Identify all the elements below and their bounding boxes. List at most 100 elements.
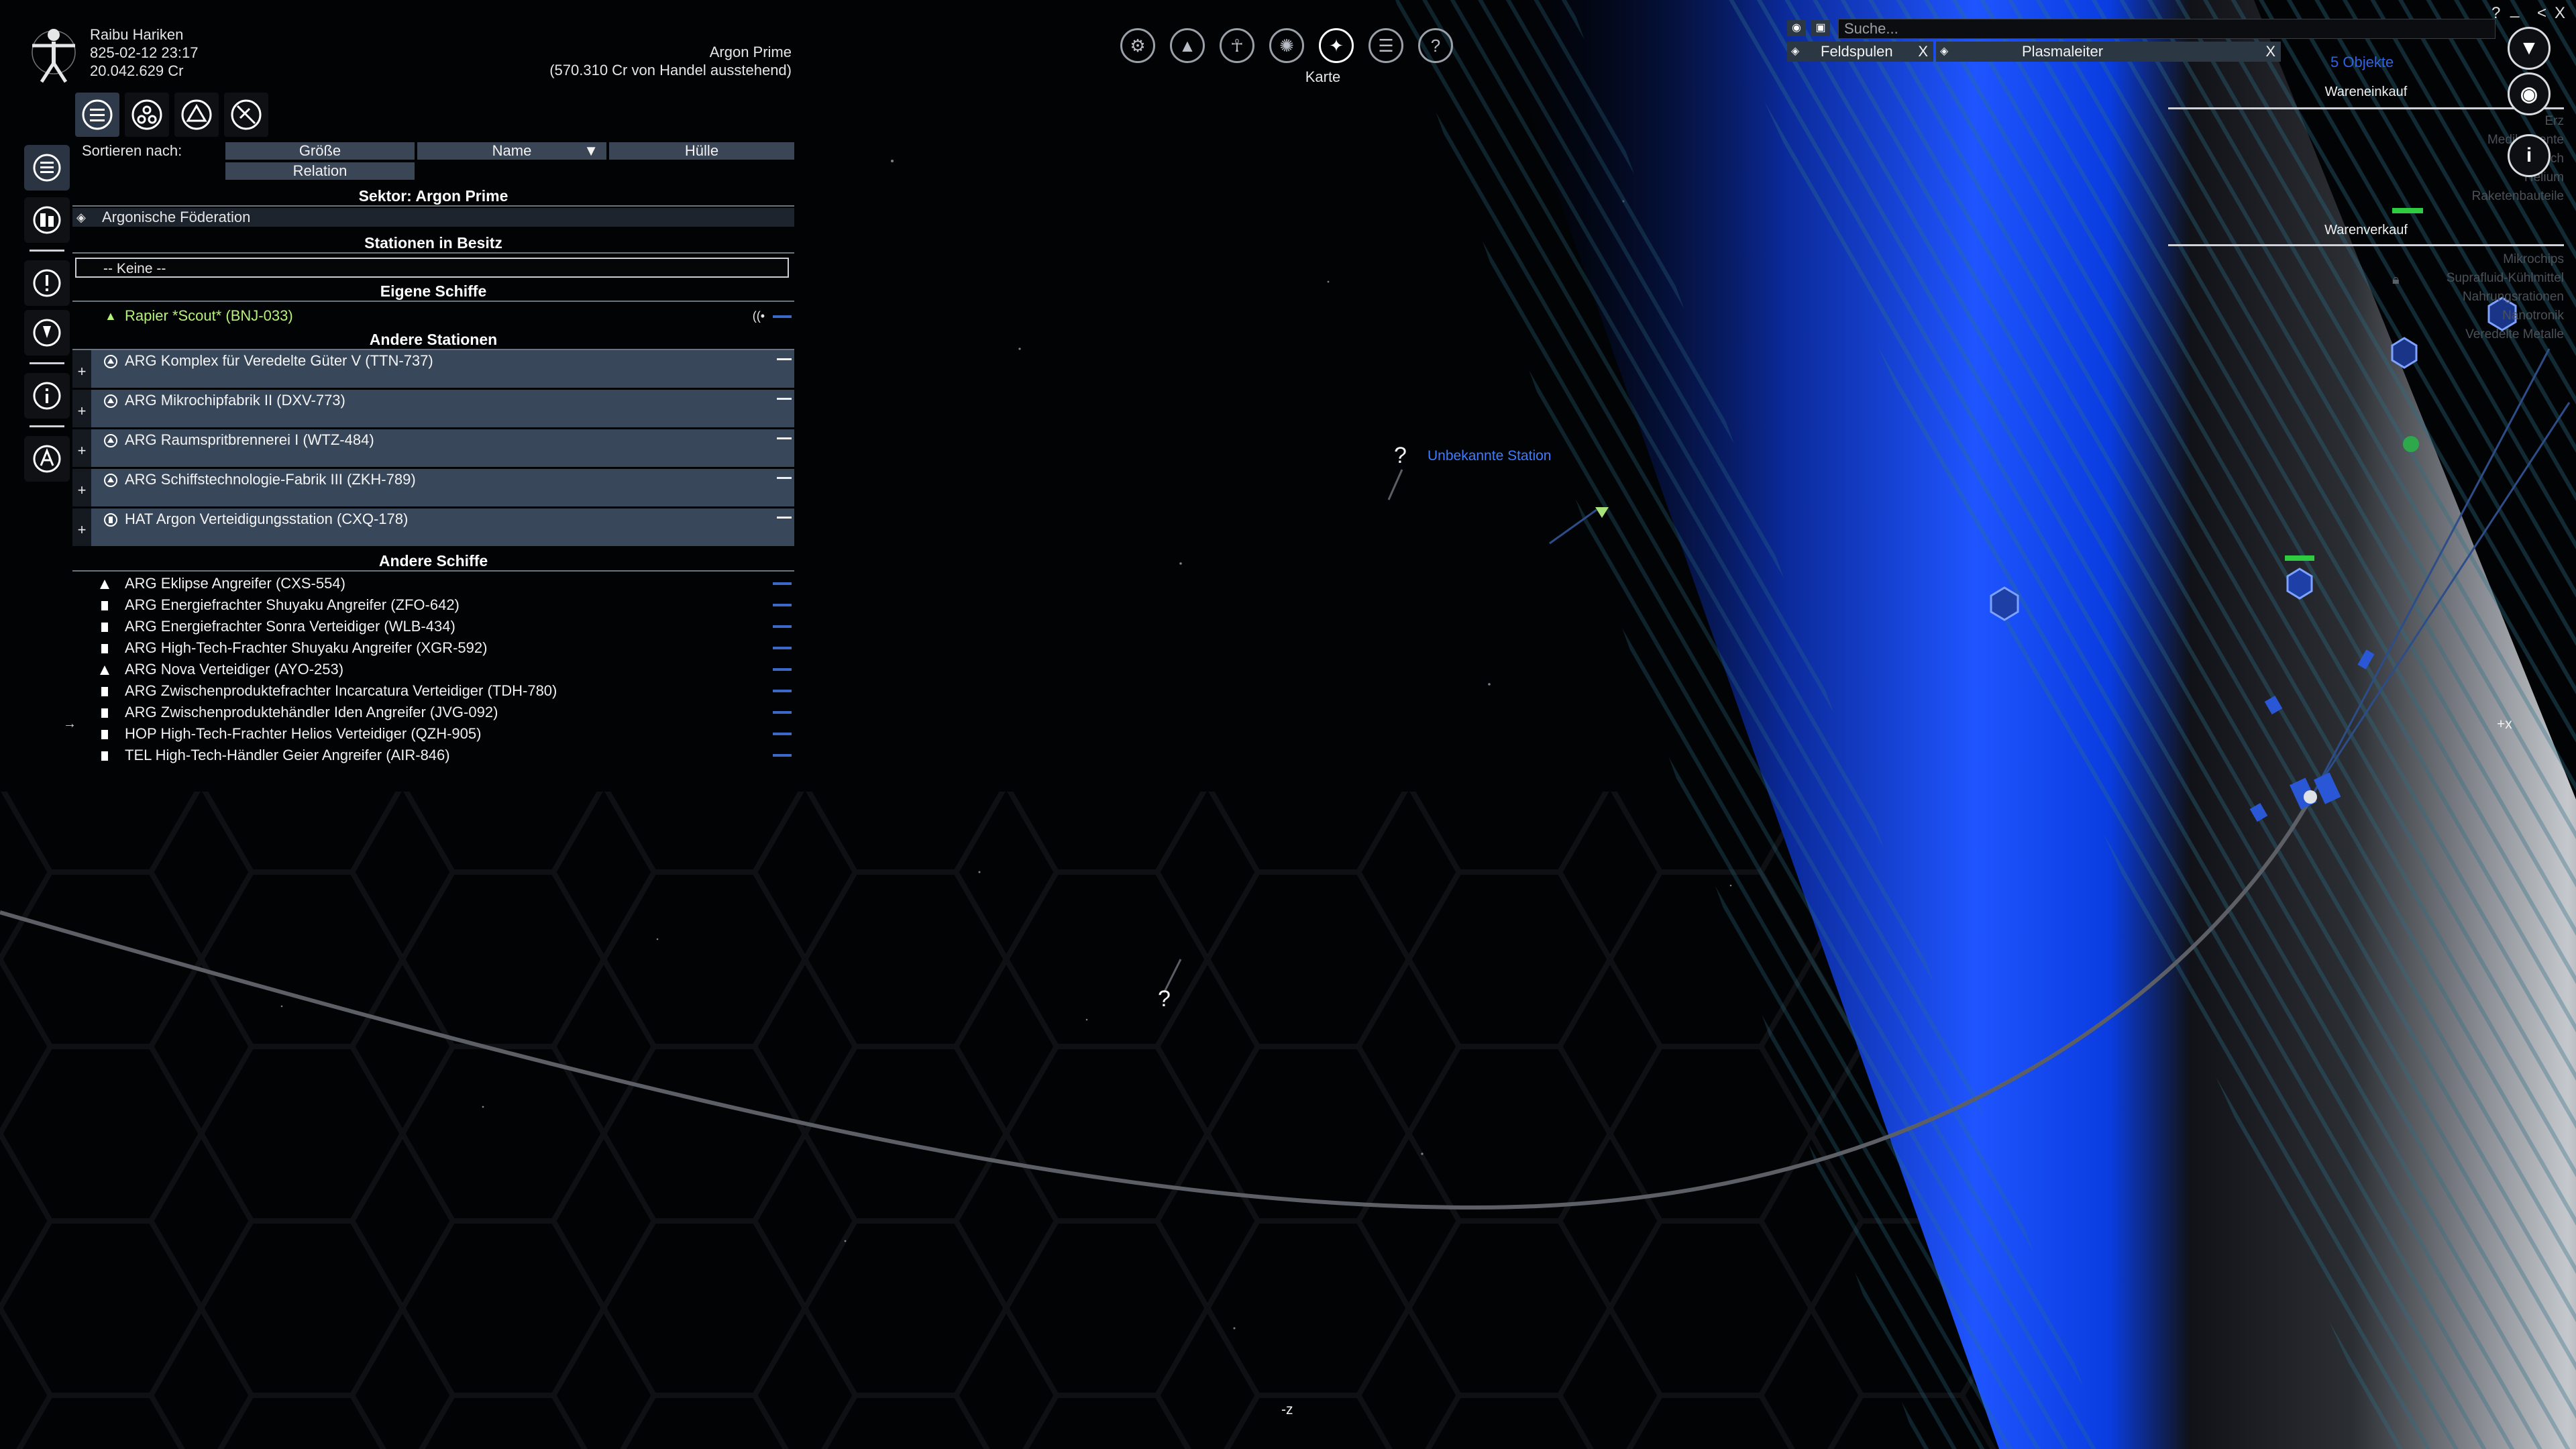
owned-stations-none-row[interactable]: -- Keine -- bbox=[75, 258, 789, 278]
expand-button[interactable]: + bbox=[72, 508, 91, 546]
ship-name: ARG High-Tech-Frachter Shuyaku Angreifer… bbox=[125, 639, 488, 656]
player-name: Raibu Hariken bbox=[90, 26, 184, 43]
axis-x-label: +x bbox=[2497, 716, 2512, 732]
filter-chip-plasmaleiter[interactable]: ◈ Plasmaleiter X bbox=[1936, 42, 2281, 62]
own-ship-row[interactable]: ▲ Rapier *Scout* (BNJ-033) ((• bbox=[72, 306, 794, 326]
encyclopedia-icon: ☰ bbox=[1378, 35, 1394, 56]
unknown-station-label[interactable]: Unbekannte Station bbox=[1428, 448, 1551, 464]
ship-row[interactable]: ARG High-Tech-Frachter Shuyaku Angreifer… bbox=[72, 637, 794, 659]
filter-chip-feldspulen[interactable]: ◈ Feldspulen X bbox=[1787, 42, 1933, 62]
station-row[interactable]: + ARG Schiffstechnologie-Fabrik III (ZKH… bbox=[72, 469, 794, 506]
sort-name-label: Name bbox=[492, 142, 532, 159]
ware-icon: ◈ bbox=[1791, 46, 1800, 57]
ship-row[interactable]: ARG Energiefrachter Sonra Verteidiger (W… bbox=[72, 616, 794, 637]
ship-row[interactable]: ARG Nova Verteidiger (AYO-253) bbox=[72, 659, 794, 680]
info-button[interactable] bbox=[24, 373, 70, 419]
station-row[interactable]: + HAT Argon Verteidigungsstation (CXQ-17… bbox=[72, 508, 794, 546]
ship-menu-button[interactable]: ▲ bbox=[1170, 28, 1205, 63]
hull-indicator bbox=[777, 398, 792, 400]
faction-row[interactable]: ◈ Argonische Föderation bbox=[72, 208, 794, 227]
other-ships-title: Andere Schiffe bbox=[72, 551, 794, 572]
station-row[interactable]: + ARG Mikrochipfabrik II (DXV-773) bbox=[72, 390, 794, 427]
station-icon bbox=[103, 473, 118, 488]
close-button[interactable]: X bbox=[2555, 4, 2565, 23]
sort-size-button[interactable]: Größe bbox=[225, 142, 415, 160]
info-panel-button[interactable]: i bbox=[2508, 134, 2551, 177]
player-menu-button[interactable]: ☥ bbox=[1220, 28, 1254, 63]
hull-bar bbox=[773, 754, 792, 757]
current-sector: Argon Prime bbox=[709, 44, 792, 60]
other-stations-title-text: Andere Stationen bbox=[369, 331, 498, 348]
side-separator bbox=[30, 425, 64, 427]
ship-row[interactable]: HOP High-Tech-Frachter Helios Verteidige… bbox=[72, 723, 794, 745]
mission-icon bbox=[33, 319, 61, 347]
back-button[interactable]: < bbox=[2537, 4, 2546, 23]
mission-offers-button[interactable] bbox=[24, 310, 70, 356]
tab-stations[interactable] bbox=[174, 93, 219, 137]
help-button[interactable]: ? bbox=[1418, 28, 1453, 63]
layer-icon[interactable]: ▣ bbox=[1811, 20, 1830, 36]
rule bbox=[2168, 107, 2564, 109]
faction-icon: ◈ bbox=[76, 211, 86, 224]
expand-button[interactable]: + bbox=[72, 390, 91, 427]
property-icon bbox=[33, 206, 61, 234]
filter-button[interactable]: ▼ bbox=[2508, 27, 2551, 70]
object-list-button[interactable] bbox=[24, 145, 70, 191]
ship-name: ARG Zwischenproduktehändler Iden Angreif… bbox=[125, 704, 498, 720]
sort-name-button[interactable]: Name ▼ bbox=[417, 142, 606, 160]
ship-row[interactable]: ARG Eklipse Angreifer (CXS-554) bbox=[72, 573, 794, 594]
expand-button[interactable]: + bbox=[72, 469, 91, 506]
station-icon bbox=[103, 354, 118, 369]
freighter-icon bbox=[101, 730, 108, 739]
expand-button[interactable]: + bbox=[72, 429, 91, 467]
unknown-object-mark[interactable]: ? bbox=[1158, 986, 1171, 1012]
empire-button[interactable]: ✺ bbox=[1269, 28, 1304, 63]
minimize-button[interactable]: _ bbox=[2510, 0, 2519, 19]
info-icon: i bbox=[2526, 144, 2532, 166]
expand-button[interactable]: + bbox=[72, 350, 91, 388]
own-ship-name: Rapier *Scout* (BNJ-033) bbox=[125, 307, 293, 324]
ware-buy-item: Raketenbauteile bbox=[2471, 189, 2564, 203]
ship-row[interactable]: ARG Zwischenproduktehändler Iden Angreif… bbox=[72, 702, 794, 723]
tab-all[interactable] bbox=[75, 93, 119, 137]
other-ships-title-text: Andere Schiffe bbox=[378, 552, 488, 570]
tab-factions[interactable] bbox=[125, 93, 169, 137]
tab-ships[interactable] bbox=[224, 93, 268, 137]
settings-button[interactable]: ⚙ bbox=[1120, 28, 1155, 63]
sort-relation-button[interactable]: Relation bbox=[225, 162, 415, 180]
hull-bar bbox=[773, 315, 792, 318]
ship-row[interactable]: ARG Energiefrachter Shuyaku Angreifer (Z… bbox=[72, 594, 794, 616]
own-ships-title-text: Eigene Schiffe bbox=[380, 282, 487, 300]
help-small-button[interactable]: ? bbox=[2491, 4, 2500, 23]
search-input[interactable]: Suche... bbox=[1838, 19, 2496, 39]
autopilot-button[interactable] bbox=[24, 436, 70, 482]
ship-name: ARG Energiefrachter Sonra Verteidiger (W… bbox=[125, 618, 455, 635]
ship-row[interactable]: TEL High-Tech-Händler Geier Angreifer (A… bbox=[72, 745, 794, 766]
sort-hull-button[interactable]: Hülle bbox=[609, 142, 794, 160]
ship-name: ARG Zwischenproduktefrachter Incarcatura… bbox=[125, 682, 557, 699]
ware-sell-item: Nanotronik bbox=[2502, 309, 2564, 323]
chip-close-icon[interactable]: X bbox=[1918, 42, 1928, 62]
rule bbox=[2168, 244, 2564, 246]
sector-title: Sektor: Argon Prime bbox=[72, 186, 794, 207]
chip-close-icon[interactable]: X bbox=[2265, 42, 2275, 62]
legend-button[interactable]: ◉ bbox=[2508, 72, 2551, 115]
defense-station-icon bbox=[103, 513, 118, 527]
visibility-icon[interactable]: ◉ bbox=[1787, 20, 1806, 36]
own-ships-title: Eigene Schiffe bbox=[72, 282, 794, 302]
encyclopedia-button[interactable]: ☰ bbox=[1368, 28, 1403, 63]
sort-label: Sortieren nach: bbox=[82, 142, 182, 159]
freighter-icon bbox=[101, 687, 108, 696]
map-button[interactable]: ✦ bbox=[1319, 28, 1354, 63]
station-marker bbox=[1990, 586, 2019, 621]
station-row[interactable]: + ARG Komplex für Veredelte Güter V (TTN… bbox=[72, 350, 794, 388]
ship-row[interactable]: ARG Zwischenproduktefrachter Incarcatura… bbox=[72, 680, 794, 702]
missions-button[interactable] bbox=[24, 260, 70, 306]
property-owned-button[interactable] bbox=[24, 197, 70, 243]
trade-pending: (570.310 Cr von Handel ausstehend) bbox=[549, 62, 792, 78]
ware-sell-item: Mikrochips bbox=[2503, 252, 2564, 266]
station-row[interactable]: + ARG Raumspritbrennerei I (WTZ-484) bbox=[72, 429, 794, 467]
side-separator bbox=[30, 250, 64, 252]
filter-icon: ▼ bbox=[2519, 37, 2539, 59]
unknown-station-mark[interactable]: ? bbox=[1394, 443, 1407, 469]
